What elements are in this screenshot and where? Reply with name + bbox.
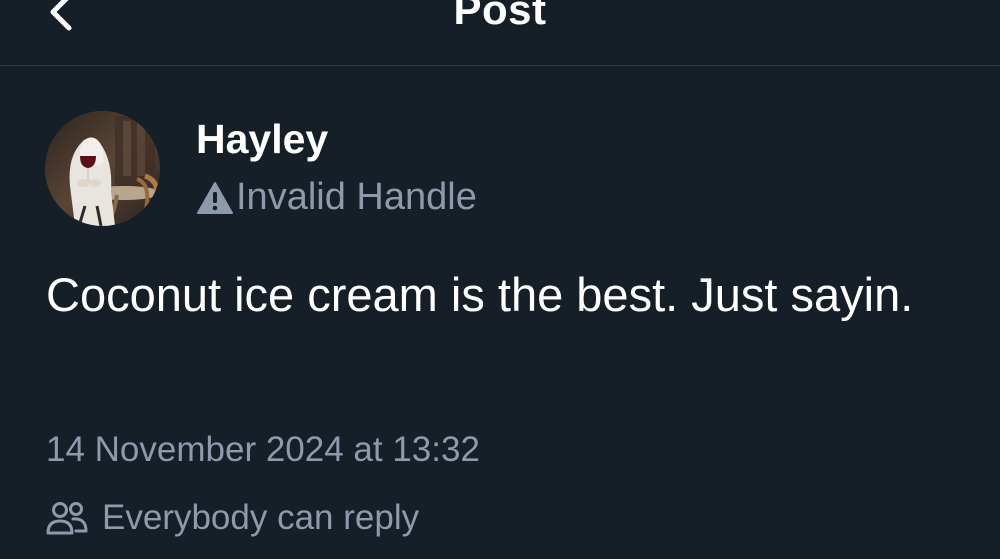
page-title: Post (453, 0, 547, 33)
header-bar: Post (0, 0, 1000, 66)
reply-settings[interactable]: Everybody can reply (46, 498, 419, 538)
handle-text: Invalid Handle (236, 176, 477, 218)
post-screen: Post Hayley Invalid Handle Coconut ice c… (0, 0, 1000, 559)
post-text: Coconut ice cream is the best. Just sayi… (46, 268, 914, 321)
reply-settings-label: Everybody can reply (102, 498, 420, 537)
author-handle[interactable]: Invalid Handle (196, 176, 477, 219)
author-display-name[interactable]: Hayley (196, 116, 328, 163)
post-timestamp: 14 November 2024 at 13:32 (46, 430, 480, 469)
people-icon (46, 502, 88, 535)
avatar-image (45, 111, 160, 226)
avatar[interactable] (45, 111, 160, 226)
warning-icon (197, 181, 233, 214)
